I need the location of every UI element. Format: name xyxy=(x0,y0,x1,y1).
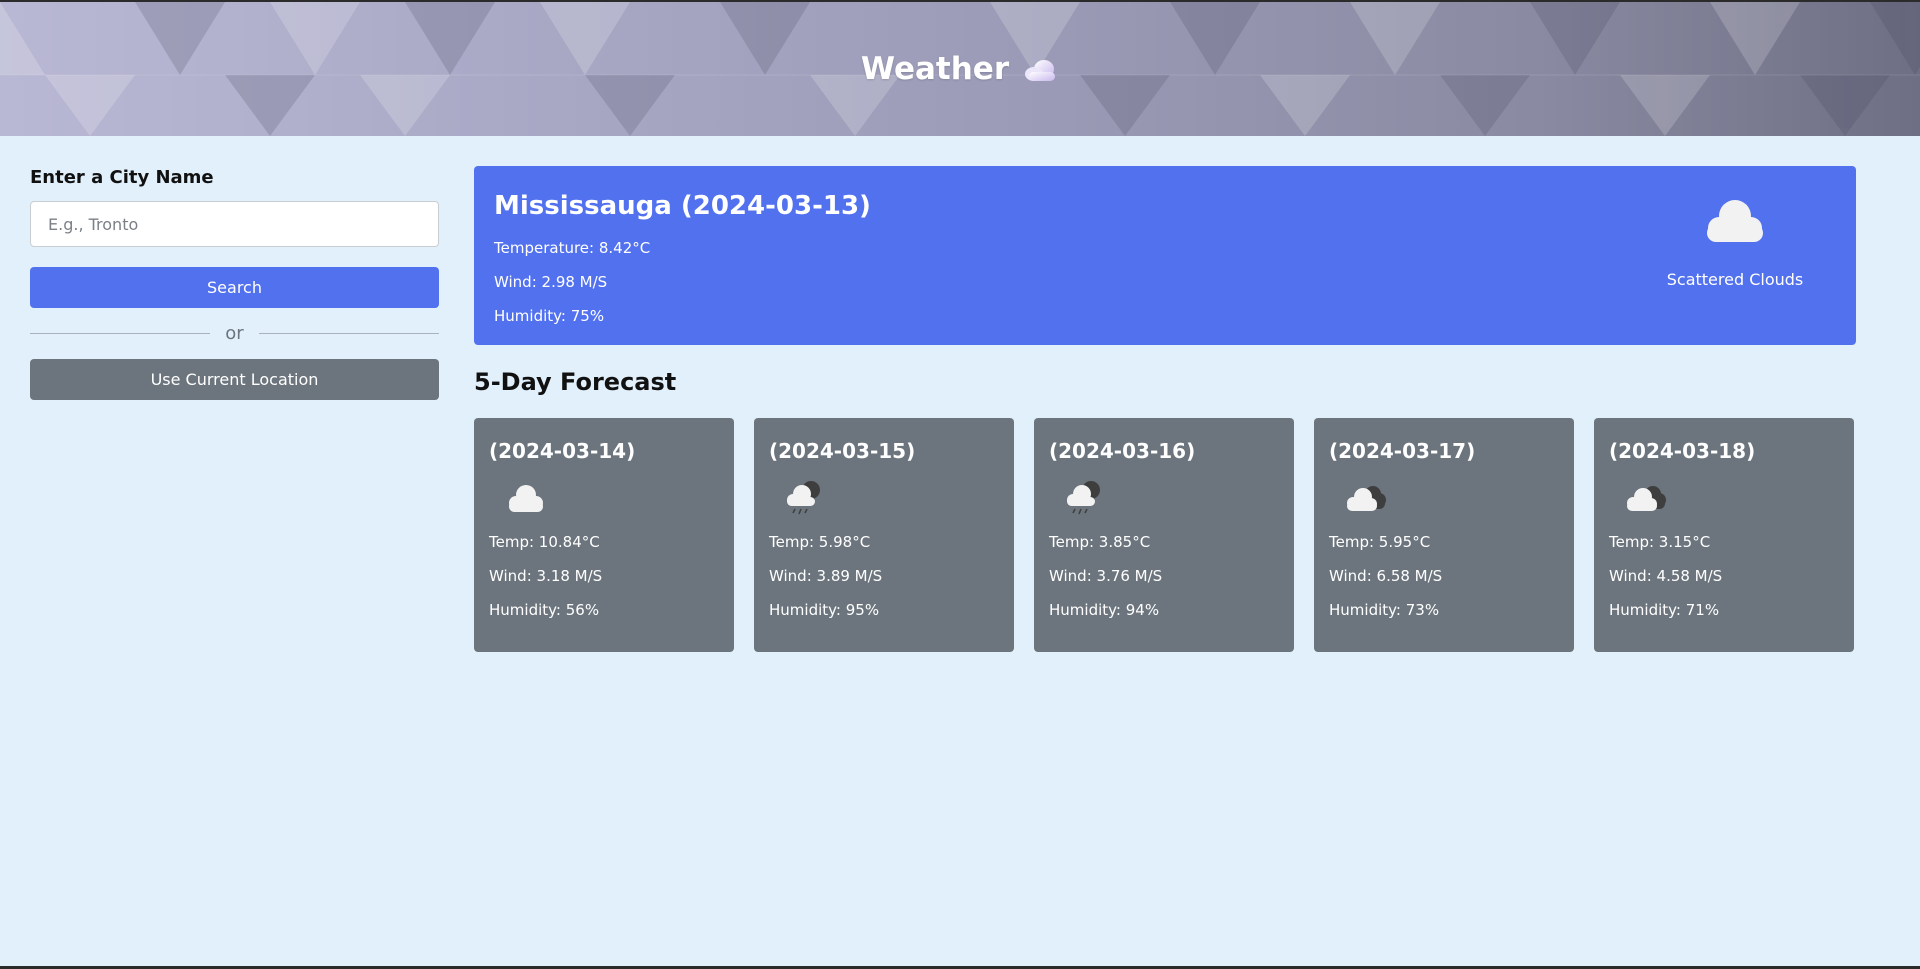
forecast-card: (2024-03-14) Temp: 10.84°C Wind: 3.18 M/… xyxy=(474,418,734,652)
forecast-temp: Temp: 3.85°C xyxy=(1049,533,1151,551)
current-temperature: Temperature: 8.42°C xyxy=(494,239,651,257)
current-weather-details: Mississauga (2024-03-13) Temperature: 8.… xyxy=(494,188,871,326)
or-divider: or xyxy=(30,318,440,348)
forecast-date: (2024-03-16) xyxy=(1049,439,1196,463)
search-sidebar: Enter a City Name Search or Use Current … xyxy=(30,165,440,400)
forecast-card: (2024-03-17) Temp: 5.95°C Wind: 6.58 M/S… xyxy=(1314,418,1574,652)
forecast-wind: Wind: 6.58 M/S xyxy=(1329,567,1443,585)
forecast-temp: Temp: 10.84°C xyxy=(489,533,600,551)
app-title: Weather xyxy=(860,51,1010,87)
cloud-icon xyxy=(509,485,543,512)
divider-line-right xyxy=(258,332,440,334)
or-text: or xyxy=(225,322,244,344)
forecast-cards: (2024-03-14) Temp: 10.84°C Wind: 3.18 M/… xyxy=(474,418,1856,652)
forecast-humidity: Humidity: 56% xyxy=(489,601,600,619)
current-weather-card: Mississauga (2024-03-13) Temperature: 8.… xyxy=(474,166,1856,345)
forecast-date: (2024-03-14) xyxy=(489,439,636,463)
city-input-label: Enter a City Name xyxy=(30,167,214,188)
rain-cloud-icon xyxy=(1067,481,1100,515)
app-header: Weather xyxy=(0,2,1920,136)
current-city-date: Mississauga (2024-03-13) xyxy=(494,191,871,221)
forecast-humidity: Humidity: 94% xyxy=(1049,601,1160,619)
forecast-humidity: Humidity: 95% xyxy=(769,601,880,619)
forecast-heading: 5-Day Forecast xyxy=(474,368,677,396)
forecast-date: (2024-03-17) xyxy=(1329,439,1476,463)
use-current-location-button[interactable]: Use Current Location xyxy=(30,359,439,400)
forecast-wind: Wind: 3.89 M/S xyxy=(769,567,883,585)
forecast-date: (2024-03-18) xyxy=(1609,439,1756,463)
forecast-temp: Temp: 3.15°C xyxy=(1609,533,1711,551)
current-condition-text: Scattered Clouds xyxy=(1666,270,1804,289)
forecast-card: (2024-03-16) Temp: 3.85°C Wind: 3.76 M/S… xyxy=(1034,418,1294,652)
forecast-temp: Temp: 5.95°C xyxy=(1329,533,1431,551)
forecast-wind: Wind: 3.18 M/S xyxy=(489,567,603,585)
rain-cloud-icon xyxy=(787,481,820,515)
current-humidity: Humidity: 75% xyxy=(494,307,605,325)
divider-line-left xyxy=(30,332,211,334)
city-search-input[interactable] xyxy=(30,201,439,247)
forecast-wind: Wind: 3.76 M/S xyxy=(1049,567,1163,585)
forecast-wind: Wind: 4.58 M/S xyxy=(1609,567,1723,585)
cloud-icon xyxy=(1707,200,1763,242)
search-button[interactable]: Search xyxy=(30,267,439,308)
forecast-card: (2024-03-15) Temp: 5.98°C Wind: 3.89 M/S… xyxy=(754,418,1014,652)
header-title-row: Weather xyxy=(0,2,1920,136)
forecast-date: (2024-03-15) xyxy=(769,439,916,463)
forecast-humidity: Humidity: 71% xyxy=(1609,601,1720,619)
current-condition: Scattered Clouds xyxy=(1654,196,1816,289)
broken-clouds-icon xyxy=(1347,486,1386,511)
forecast-temp: Temp: 5.98°C xyxy=(769,533,871,551)
current-wind: Wind: 2.98 M/S xyxy=(494,273,608,291)
cloud-logo-icon xyxy=(1025,60,1056,81)
forecast-humidity: Humidity: 73% xyxy=(1329,601,1440,619)
broken-clouds-icon xyxy=(1627,486,1666,511)
forecast-card: (2024-03-18) Temp: 3.15°C Wind: 4.58 M/S… xyxy=(1594,418,1854,652)
